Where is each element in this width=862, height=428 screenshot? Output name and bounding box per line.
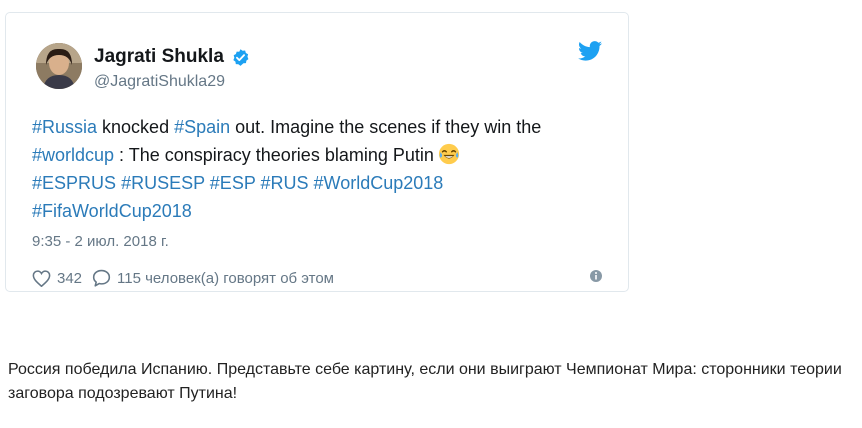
twitter-bird-icon[interactable] [578,41,602,61]
hashtag-link[interactable]: #ESP [210,173,256,193]
tweet-text-segment: out. Imagine the scenes if they win the [230,117,542,137]
hashtag-link[interactable]: #RUSESP [121,173,205,193]
reply-button[interactable]: 115 человек(а) говорят об этом [92,269,334,287]
tweet-actions: 342 115 человек(а) говорят об этом [32,269,344,287]
display-name[interactable]: Jagrati Shukla [94,46,250,68]
hashtag-link[interactable]: #RUS [261,173,309,193]
verified-badge-icon [233,48,249,66]
tears-of-joy-emoji-icon [438,143,459,165]
hashtag-link[interactable]: #worldcup [32,145,114,165]
translation-caption: Россия победила Испанию. Представьте себ… [8,361,842,402]
tweet-text: #Russia knocked #Spain out. Imagine the … [32,113,622,225]
hashtag-link[interactable]: #Russia [32,117,97,137]
avatar[interactable] [36,43,82,89]
heart-icon [32,269,51,287]
tweet-text-segment: : The conspiracy theories blaming Putin [114,145,434,165]
info-icon[interactable] [588,268,604,284]
hashtag-link[interactable]: #WorldCup2018 [314,173,444,193]
hashtag-link[interactable]: #Spain [174,117,230,137]
tweet-timestamp[interactable]: 9:35 - 2 июл. 2018 г. [32,233,169,250]
hashtag-link[interactable]: #FifaWorldCup2018 [32,201,192,221]
display-name-text[interactable]: Jagrati Shukla [94,46,224,68]
speech-bubble-icon [92,269,111,287]
hashtag-link[interactable]: #ESPRUS [32,173,116,193]
like-count: 342 [57,269,83,287]
like-button[interactable]: 342 [32,270,82,287]
tweet-text-segment: knocked [97,117,175,137]
tweet-card: Jagrati Shukla @JagratiShukla29 #Russia … [5,12,629,292]
reply-count-text: 115 человек(а) говорят об этом [117,269,334,287]
handle[interactable]: @JagratiShukla29 [94,73,225,91]
